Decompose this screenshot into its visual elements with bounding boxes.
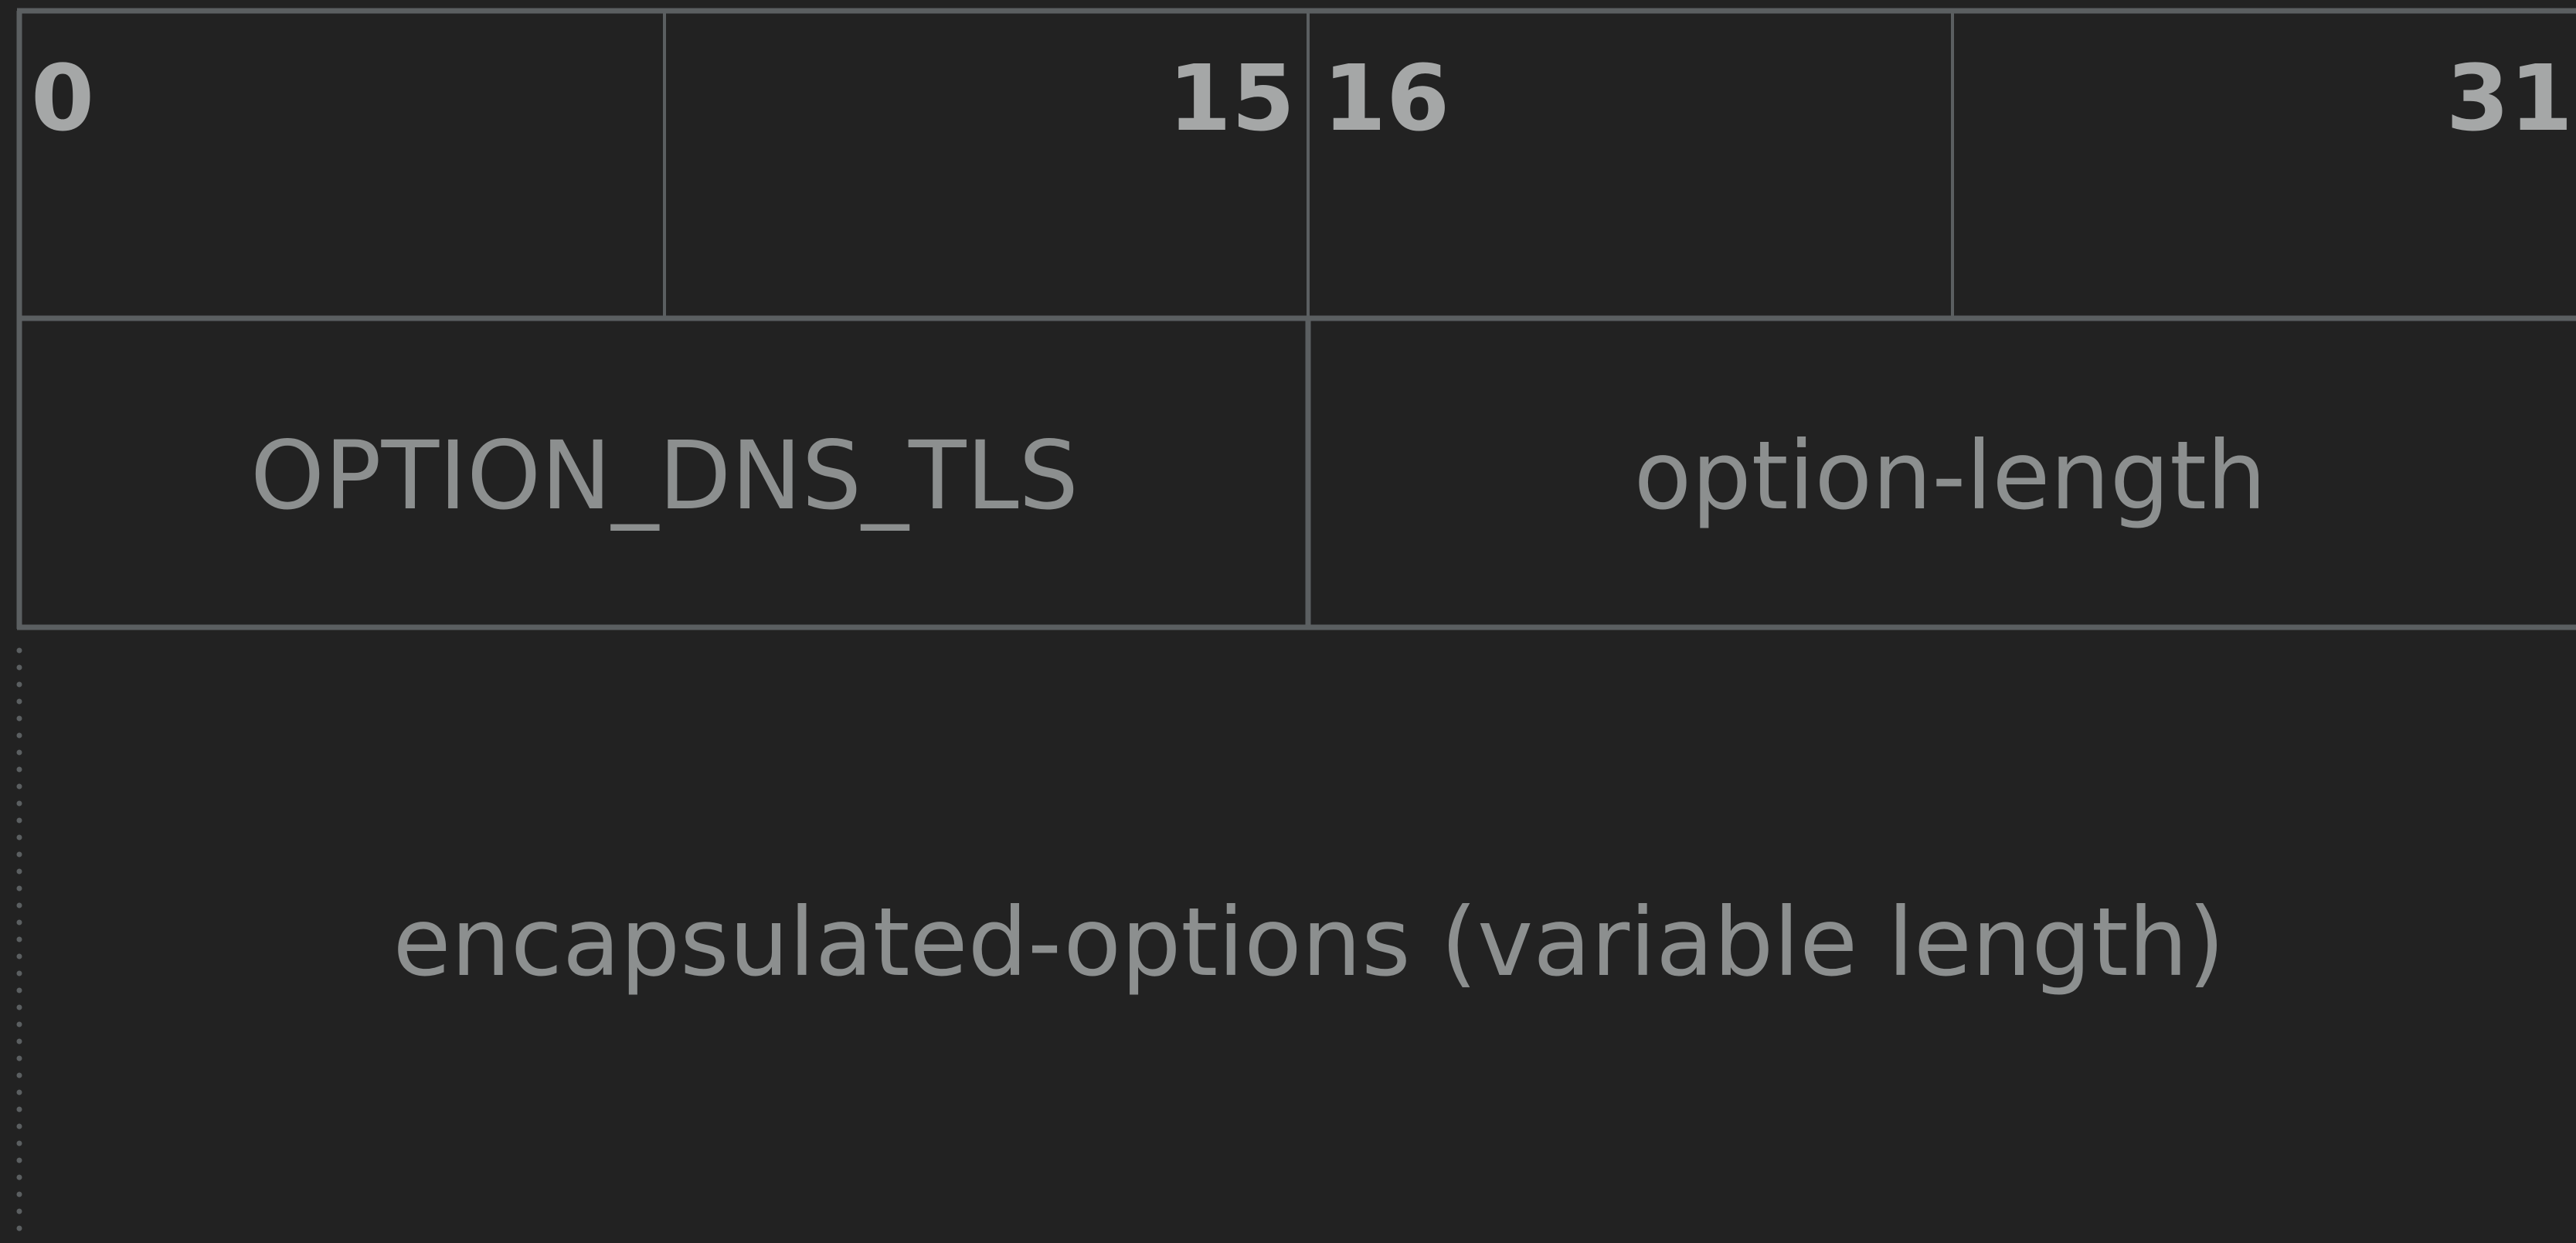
option-code-field: OPTION_DNS_TLS bbox=[250, 421, 1079, 531]
bit-number-0: 0 bbox=[31, 45, 94, 151]
option-header-row: OPTION_DNS_TLS option-length bbox=[17, 318, 2576, 630]
bit-number-15: 15 bbox=[1168, 45, 1295, 151]
option-length-field: option-length bbox=[1634, 421, 2267, 531]
packet-format-diagram: 0 15 16 31 OPTION_DNS_TLS option-length … bbox=[16, 8, 2576, 1243]
bit-header-row: 0 15 16 31 bbox=[16, 8, 2576, 629]
encapsulated-options-field: encapsulated-options (variable length) bbox=[393, 888, 2225, 997]
bit-number-31: 31 bbox=[2446, 45, 2573, 151]
bit-number-16: 16 bbox=[1323, 45, 1449, 151]
encapsulated-options-row: encapsulated-options (variable length) bbox=[16, 647, 2225, 1243]
